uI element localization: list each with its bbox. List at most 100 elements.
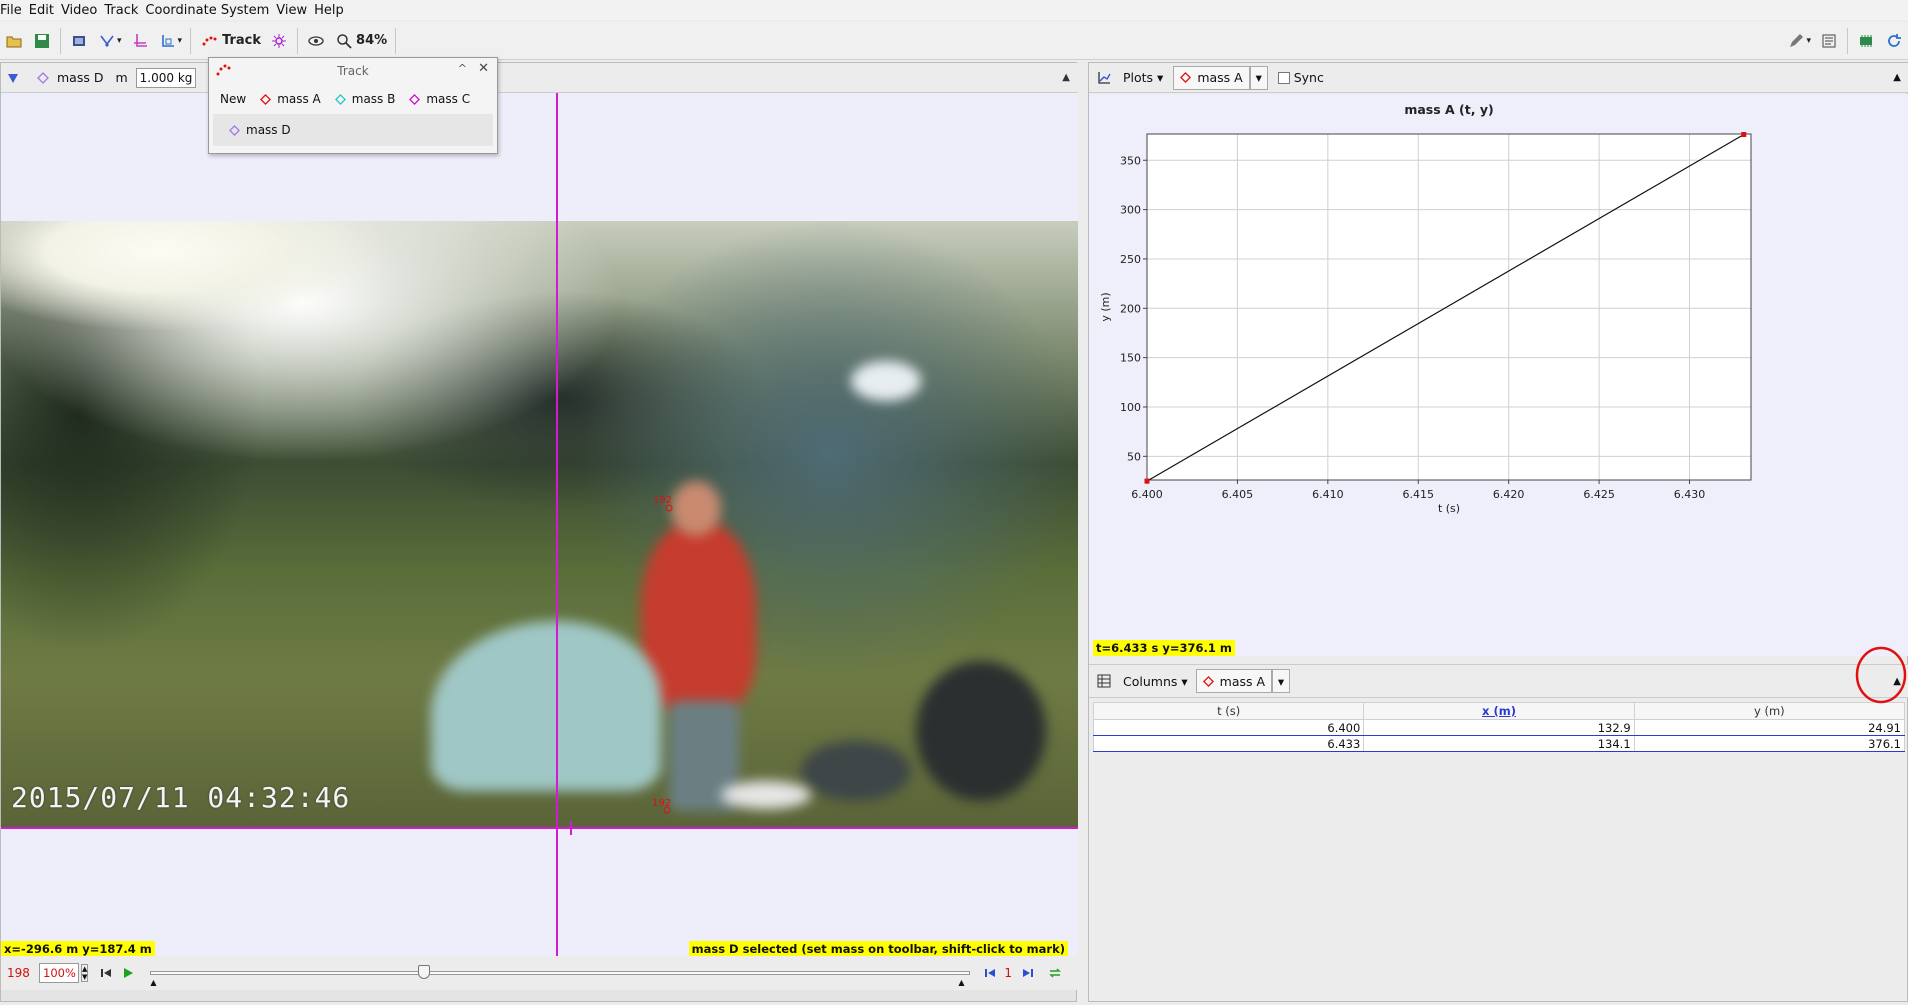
toolbar-separator: [1847, 27, 1848, 54]
end-marker-icon[interactable]: ▲: [958, 978, 964, 987]
tape-button[interactable]: ▾: [154, 27, 187, 55]
plot-track-selector[interactable]: mass A: [1173, 65, 1250, 90]
track-selector-triangle-icon[interactable]: [7, 72, 19, 84]
track-item-mass-b[interactable]: mass B: [334, 92, 395, 106]
table-row[interactable]: 6.433 134.1 376.1: [1092, 735, 1906, 752]
start-marker-icon[interactable]: ▲: [150, 978, 156, 987]
y-axis-label: y (m): [1099, 292, 1112, 321]
table-track-selector[interactable]: mass A: [1195, 669, 1273, 693]
notes-button[interactable]: [1815, 27, 1843, 55]
x-tick-label: 6.420: [1493, 488, 1525, 501]
save-icon: [35, 33, 49, 48]
notes-icon: [1822, 34, 1836, 47]
track-popup-window: Track ^ ✕ New mass A mass B mass C mass …: [208, 57, 498, 154]
reset-to-start-icon[interactable]: [100, 967, 112, 979]
video-overlay: 192 192: [1, 93, 1078, 956]
axes-icon: [133, 33, 147, 47]
cell-x[interactable]: 132.9: [1363, 719, 1635, 736]
frame-slider[interactable]: ▲ ▲: [150, 963, 971, 987]
open-button[interactable]: [0, 27, 28, 55]
column-header-t[interactable]: t (s): [1092, 702, 1365, 720]
visibility-button[interactable]: [302, 27, 330, 55]
new-track-button[interactable]: New: [220, 92, 246, 106]
track-points-icon: [202, 36, 217, 45]
diamond-icon: [334, 93, 346, 105]
plot-toolbar: Plots ▾ mass A ▾ Sync ▲: [1089, 63, 1908, 93]
plots-menu[interactable]: Plots ▾: [1123, 70, 1163, 85]
selected-track-name[interactable]: mass D: [57, 70, 103, 85]
save-button[interactable]: [28, 27, 56, 55]
table-row[interactable]: 6.400 132.9 24.91: [1092, 719, 1906, 736]
step-forward-icon[interactable]: [1022, 967, 1034, 979]
video-panel: mass D m 1.000 kg ▲ 2015/07/11 04:32:46: [0, 62, 1078, 1002]
x-axis-label: t (s): [1438, 502, 1460, 515]
refresh-button[interactable]: [1880, 27, 1908, 55]
track-points-icon: [216, 64, 231, 76]
cell-t[interactable]: 6.433: [1092, 735, 1365, 752]
collapse-plot-icon[interactable]: ▲: [1893, 72, 1901, 83]
menu-coordinate-system[interactable]: Coordinate System: [145, 3, 276, 18]
data-table[interactable]: t (s) x (m) y (m) 6.400 132.9 24.91 6.43…: [1092, 702, 1906, 752]
menu-track[interactable]: Track: [104, 3, 145, 18]
autotracker-button[interactable]: [265, 27, 293, 55]
film-icon: [73, 35, 85, 46]
track-item-mass-a[interactable]: mass A: [260, 92, 321, 106]
play-icon[interactable]: [122, 967, 134, 979]
minimize-icon[interactable]: ^: [458, 62, 467, 75]
cell-t[interactable]: 6.400: [1092, 719, 1365, 736]
x-tick-label: 6.400: [1131, 488, 1163, 501]
table-track-label: mass A: [1219, 673, 1266, 689]
track-popup-title: Track: [337, 64, 369, 78]
step-size[interactable]: 1: [1004, 966, 1012, 980]
x-tick-label: 6.415: [1403, 488, 1435, 501]
menu-view[interactable]: View: [276, 3, 314, 18]
track-item-mass-d[interactable]: mass D: [229, 123, 291, 137]
clip-settings-button[interactable]: [65, 27, 93, 55]
track-item-label: mass D: [246, 123, 291, 137]
menu-edit[interactable]: Edit: [29, 3, 61, 18]
track-point-bottom-label: 192: [652, 798, 671, 809]
track-item-mass-c[interactable]: mass C: [409, 92, 470, 106]
collapse-toolbar-icon[interactable]: ▲: [1062, 72, 1070, 83]
drawing-tools-button[interactable]: ▾: [1782, 27, 1815, 55]
track-popup-titlebar[interactable]: Track ^ ✕: [209, 58, 497, 84]
memory-button[interactable]: [1852, 27, 1880, 55]
y-tick-label: 150: [1120, 352, 1141, 365]
zoom-button[interactable]: 84%: [330, 27, 391, 55]
video-player-bar: 198 100% ▲ ▼ ▲ ▲ 1: [1, 956, 1078, 990]
plot-track-label: mass A: [1197, 70, 1243, 85]
table-track-dropdown-arrow[interactable]: ▾: [1272, 669, 1291, 693]
columns-menu[interactable]: Columns ▾: [1123, 674, 1188, 689]
cell-x[interactable]: 134.1: [1363, 735, 1635, 752]
zoom-level: 84%: [356, 33, 388, 48]
cell-y[interactable]: 24.91: [1633, 719, 1906, 736]
slider-thumb[interactable]: [418, 965, 431, 979]
column-header-x[interactable]: x (m): [1363, 702, 1635, 720]
track-popup-row: New mass A mass B mass C: [209, 84, 497, 114]
plot-area[interactable]: 6.400 6.405 6.410 6.415 6.420 6.425 6.430 50 100…: [1089, 94, 1908, 656]
calibration-button[interactable]: ▾: [93, 27, 126, 55]
axes-button[interactable]: [126, 27, 154, 55]
plot-track-dropdown-arrow[interactable]: ▾: [1249, 65, 1268, 90]
playback-rate-field[interactable]: 100%: [39, 963, 79, 983]
step-back-icon[interactable]: [984, 967, 996, 979]
diamond-icon: [229, 124, 240, 136]
create-track-button[interactable]: Track: [195, 27, 265, 55]
mass-field[interactable]: 1.000 kg: [135, 67, 197, 88]
loop-icon[interactable]: [1048, 967, 1062, 979]
sync-checkbox[interactable]: Sync: [1277, 70, 1324, 85]
rate-spinner[interactable]: ▲ ▼: [81, 964, 89, 982]
data-point: [1741, 131, 1747, 137]
menu-help[interactable]: Help: [314, 3, 351, 18]
video-viewport[interactable]: 2015/07/11 04:32:46 192 192: [1, 93, 1078, 956]
close-icon[interactable]: ✕: [478, 61, 489, 76]
sync-label: Sync: [1293, 70, 1324, 85]
line-chart[interactable]: 6.400 6.405 6.410 6.415 6.420 6.425 6.430 50 100…: [1089, 94, 1908, 634]
frame-number[interactable]: 198: [7, 966, 30, 980]
measuring-tool-icon: [161, 34, 174, 47]
cell-y[interactable]: 376.1: [1633, 735, 1906, 752]
eye-icon: [308, 35, 324, 46]
checkbox-box[interactable]: [1277, 71, 1290, 84]
menu-video[interactable]: Video: [61, 3, 104, 18]
menu-file[interactable]: File: [0, 3, 29, 18]
